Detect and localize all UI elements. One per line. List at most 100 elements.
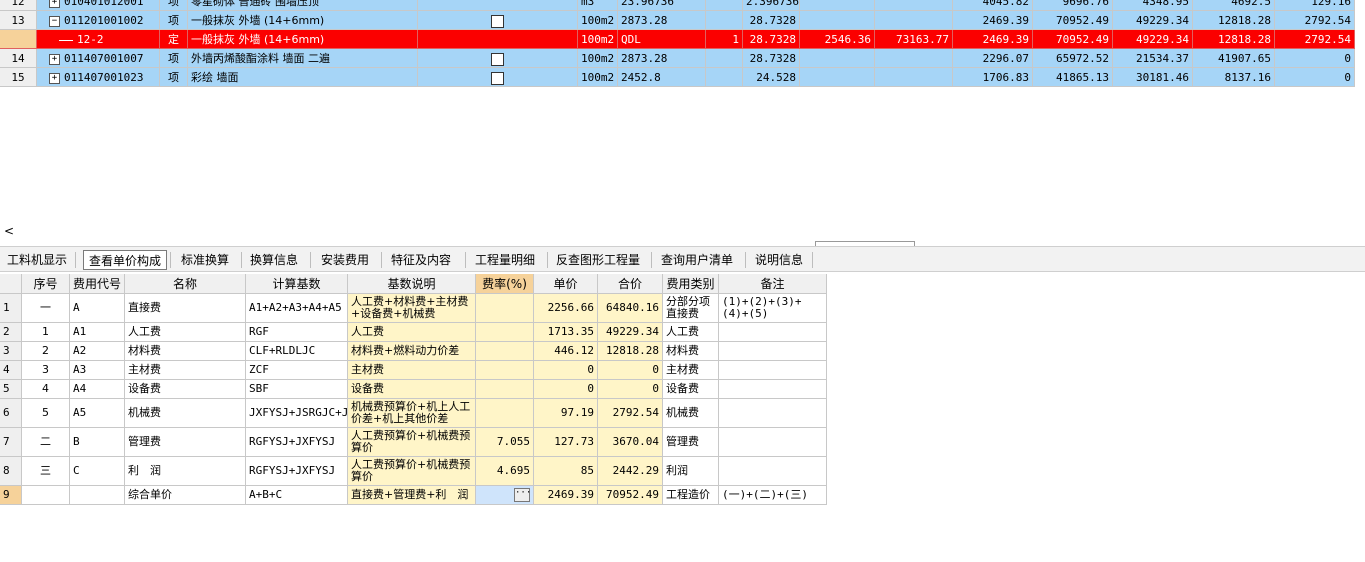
row-number: 6 [0,399,22,428]
cell-code: A2 [70,342,125,361]
cell-rate[interactable] [476,399,534,428]
row-checkbox[interactable] [491,14,504,28]
cell-base[interactable]: RGFYSJ+JXFYSJ [246,428,348,457]
cell-cat: 分部分项直接费 [663,294,719,323]
tab-4[interactable]: 换算信息 [245,250,307,270]
cell-rate[interactable]: 4.695 [476,457,534,486]
cell-price: 85 [534,457,598,486]
cell-base[interactable]: A1+A2+A3+A4+A5 [246,294,348,323]
cell-unit: 100m2 [578,49,618,68]
unit-price-composition-table: 序号 费用代号 名称 计算基数 基数说明 费率(%) 单价 合价 费用类别 备注 1 一 A 直接费 A1+… [0,274,830,509]
header-name: 名称 [125,274,246,294]
tab-7[interactable]: 工程量明细 [470,250,544,270]
expand-icon[interactable]: + [49,53,60,65]
tab-3[interactable]: 标准换算 [176,250,238,270]
header-n [0,274,22,294]
cell-text: 管理费 [666,435,699,448]
cell-text: A [73,301,80,314]
tab-5[interactable]: 安装费用 [316,250,378,270]
cell-c15: 0 [1275,49,1355,68]
expand-icon[interactable]: + [49,0,60,8]
cell-text: 人工费+材料费+主材费+设备费+机械费 [351,295,469,320]
row-checkbox[interactable] [491,52,504,66]
item-code: 011201001002 [64,14,144,27]
cell-text: 446.12 [554,344,594,357]
cell-rate[interactable] [476,323,534,342]
item-code: 010401012001 [64,0,144,8]
cell-rate[interactable] [476,361,534,380]
cell-c13: 21534.37 [1113,49,1193,68]
cell-text: 主材费 [128,363,161,376]
tab-8[interactable]: 反查图形工程量 [551,250,648,270]
cell-c13: 49229.34 [1113,11,1193,30]
cell-rate[interactable] [476,342,534,361]
table-row[interactable]: 13−011201001002 项一般抹灰 外墙 (14+6mm) 100m2 287… [0,11,1365,30]
cell-base[interactable]: RGF [246,323,348,342]
cell-cat: 主材费 [663,361,719,380]
scroll-left-arrow[interactable]: < [4,224,14,238]
cell-base[interactable]: CLF+RLDLJC [246,342,348,361]
row-number: 9 [0,486,22,505]
cell-text: C [73,464,80,477]
cell-base[interactable]: RGFYSJ+JXFYSJ [246,457,348,486]
cell-code: 12-2 [37,30,160,49]
cell-note [719,361,827,380]
cell-text: 人工费 [351,325,384,338]
cell-text: 人工费 [128,325,161,338]
cell-c13: 4348.95 [1113,0,1193,11]
row-number: 3 [0,342,22,361]
cell-text: 3 [42,363,49,376]
table-row[interactable]: 12-2 定一般抹灰 外墙 (14+6mm) 100m2 QDL 1 28.7328 254… [0,30,1365,49]
cell-c15: 2792.54 [1275,11,1355,30]
cell-desc: 机械费预算价+机上人工价差+机上其他价差 [348,399,476,428]
cell-text: 12818.28 [606,344,659,357]
tab-6[interactable]: 特征及内容 [386,250,462,270]
cell-rate[interactable]: ··· [476,486,534,505]
cell-c14: 8137.16 [1193,68,1275,87]
cell-text: (一)+(二)+(三) [722,488,808,501]
tab-10[interactable]: 说明信息 [750,250,809,270]
cell-total: 70952.49 [598,486,663,505]
cell-desc: 材料费+燃料动力价差 [348,342,476,361]
cell-c12: 65972.52 [1033,49,1113,68]
cell-qty_expr: 2452.8 [618,68,706,87]
cell-text: 机械费 [128,406,161,419]
cell-text: A1+A2+A3+A4+A5 [249,301,342,314]
cell-text: 主材费 [351,363,384,376]
cell-rate[interactable] [476,294,534,323]
cell-rate[interactable] [476,380,534,399]
cell-note [719,323,827,342]
header-total: 合价 [598,274,663,294]
cell-base[interactable]: JXFYSJ+JSRGJC+JSQTJC [246,399,348,428]
ellipsis-button[interactable]: ··· [514,488,531,502]
cell-text: A4 [73,382,87,395]
row-number: 2 [0,323,22,342]
cell-note [719,399,827,428]
tab-1[interactable]: 工料机显示 [2,250,72,270]
cell-base[interactable]: ZCF [246,361,348,380]
cell-base[interactable]: SBF [246,380,348,399]
cell-text: 5 [42,406,49,419]
collapse-icon[interactable]: − [49,15,60,27]
cell-num: 15 [0,68,37,87]
table-row[interactable]: 15 +011407001023 项彩绘 墙面 100m2 2452.8 24.528 17… [0,68,1365,87]
tab-9[interactable]: 查询用户清单 [656,250,742,270]
cell-rate[interactable]: 7.055 [476,428,534,457]
expand-icon[interactable]: + [49,72,60,84]
cell-total: 2792.54 [598,399,663,428]
table-row[interactable]: 12 +010401012001 项零星砌体 普通砖 围墙压顶 m3 23.96736 2… [0,0,1365,11]
cell-base[interactable]: A+B+C [246,486,348,505]
tab-2[interactable]: 查看单价构成 [83,250,167,270]
cell-text: 人工费预算价+机械费预算价 [351,458,471,483]
table-row[interactable]: 14 +011407001007 项外墙丙烯酸酯涂料 墙面 二遍 100m2 2873.… [0,49,1365,68]
cell-qty_expr: 2873.28 [618,49,706,68]
detail-tab-bar: 工料机显示 查看单价构成 标准换算 换算信息 安装费用 特征及内容 工程量明细 反查图形工程量… [0,246,1365,272]
cell-text: 2792.54 [612,406,659,419]
row-checkbox[interactable] [491,71,504,85]
cell-name: 彩绘 墙面 [188,68,418,87]
cell-code: +010401012001 [37,0,160,11]
cell-code: +011407001023 [37,68,160,87]
cell-qty: 28.7328 [743,11,800,30]
cell-price: 446.12 [534,342,598,361]
cell-text: 4 [3,363,10,376]
